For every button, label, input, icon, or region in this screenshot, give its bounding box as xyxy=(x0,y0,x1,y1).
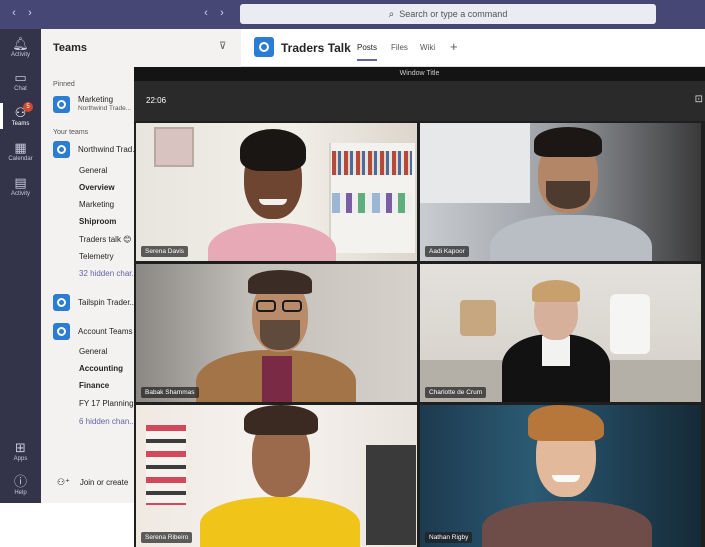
rail-apps[interactable]: ⊞ Apps xyxy=(0,440,41,463)
team-account-teams[interactable]: Account Teams xyxy=(53,323,133,340)
rail-activity-label: Activity xyxy=(10,52,30,58)
history-nav: ‹ › xyxy=(198,7,230,19)
history-forward-icon[interactable]: › xyxy=(214,7,230,19)
call-timer: 22:06 xyxy=(146,96,167,105)
team-name: Northwind Trad... xyxy=(78,145,139,154)
app-rail: 🔔︎ Activity ▭ Chat ⚇ 5 Teams ▦ Calendar … xyxy=(0,29,41,503)
title-bar: ‹ › ‹ › ⌕ Search or type a command xyxy=(0,0,705,29)
rail-help[interactable]: ⓘ Help xyxy=(0,474,41,497)
teams-icon: ⚇ xyxy=(14,105,27,120)
rail-calendar-label: Calendar xyxy=(8,156,33,162)
channel-fy17-planning[interactable]: FY 17 Planning xyxy=(79,399,134,408)
team-logo-icon xyxy=(53,323,70,340)
search-placeholder: Search or type a command xyxy=(399,9,508,19)
history-back-icon[interactable]: ‹ xyxy=(198,7,214,19)
help-icon: ⓘ xyxy=(13,474,27,489)
join-create-label: Join or create xyxy=(79,478,129,487)
team-logo-icon xyxy=(53,95,70,113)
forward-icon[interactable]: › xyxy=(22,7,38,19)
rail-activity[interactable]: 🔔︎ Activity xyxy=(0,36,41,59)
channel-telemetry[interactable]: Telemetry xyxy=(79,252,114,261)
team-marketing-pinned[interactable]: Marketing Northwind Trade... xyxy=(53,95,131,113)
panel-title: Teams xyxy=(53,42,88,54)
add-tab-button[interactable]: + xyxy=(450,39,458,54)
team-tailspin[interactable]: Tailspin Trader... xyxy=(53,294,136,311)
channel-logo-icon xyxy=(254,37,274,57)
channel-title: Traders Talk xyxy=(281,41,351,55)
tab-files[interactable]: Files xyxy=(391,43,408,52)
hidden-channels-link[interactable]: 32 hidden char... xyxy=(79,269,138,278)
channel-shiproom[interactable]: Shiproom xyxy=(79,217,116,226)
channel-finance[interactable]: Finance xyxy=(79,381,109,390)
participant-name: Nathan Rigby xyxy=(425,532,473,543)
rail-teams-label: Teams xyxy=(11,121,30,127)
team-logo-icon xyxy=(53,294,70,311)
video-tile[interactable]: Babak Shammas xyxy=(136,264,417,402)
participant-name: Serena Davis xyxy=(141,246,189,257)
channel-accounting[interactable]: Accounting xyxy=(79,364,123,373)
meeting-window: Window Title 22:06 ⊡ Serena Davis Aadi K… xyxy=(134,67,705,547)
team-name: Tailspin Trader... xyxy=(78,298,137,307)
bell-icon: 🔔︎ xyxy=(12,36,29,51)
filter-icon[interactable]: ⊽ xyxy=(219,41,226,52)
channel-overview[interactable]: Overview xyxy=(79,183,115,192)
participant-name: Serena Ribeiro xyxy=(141,532,193,543)
join-create-button[interactable]: ⚇⁺ Join or create xyxy=(57,477,128,488)
channel-traders-talk[interactable]: Traders talk 😊 xyxy=(79,235,132,244)
participant-name: Charlotte de Crum xyxy=(425,387,487,398)
your-teams-label: Your teams xyxy=(53,129,89,136)
rail-chat[interactable]: ▭ Chat xyxy=(0,70,41,93)
chat-icon: ▭ xyxy=(14,70,27,85)
add-team-icon: ⚇⁺ xyxy=(57,477,70,487)
search-icon: ⌕ xyxy=(388,8,395,20)
team-name: Account Teams xyxy=(78,327,133,336)
team-northwind[interactable]: Northwind Trad... xyxy=(53,141,139,158)
tab-posts[interactable]: Posts xyxy=(357,43,378,61)
bottom-blank xyxy=(0,503,134,547)
video-tile[interactable]: Nathan Rigby xyxy=(420,405,701,547)
back-icon[interactable]: ‹ xyxy=(6,7,22,19)
participant-name: Babak Shammas xyxy=(141,387,199,398)
search-input[interactable]: ⌕ Search or type a command xyxy=(240,4,656,24)
pinned-label: Pinned xyxy=(53,81,75,88)
camera-icon[interactable]: ⊡ xyxy=(695,94,703,105)
rail-files-label: Activity xyxy=(10,191,30,197)
apps-icon: ⊞ xyxy=(15,440,26,455)
window-nav: ‹ › xyxy=(6,7,38,19)
video-tile[interactable]: Serena Ribeiro xyxy=(136,405,417,547)
rail-calendar[interactable]: ▦ Calendar xyxy=(0,140,41,163)
teams-badge: 5 xyxy=(23,102,33,112)
window-title: Window Title xyxy=(134,67,705,81)
meeting-toolbar: 22:06 ⊡ xyxy=(134,81,705,121)
rail-help-label: Help xyxy=(14,490,27,496)
rail-files[interactable]: ▤ Activity xyxy=(0,175,41,198)
team-name: Marketing xyxy=(78,95,114,104)
hidden-channels-link[interactable]: 6 hidden chan... xyxy=(79,417,136,426)
team-subtitle: Northwind Trade... xyxy=(78,105,132,112)
video-tile[interactable]: Charlotte de Crum xyxy=(420,264,701,402)
team-logo-icon xyxy=(53,141,70,158)
calendar-icon: ▦ xyxy=(14,140,27,155)
rail-teams[interactable]: ⚇ 5 Teams xyxy=(0,102,41,129)
channel-marketing[interactable]: Marketing xyxy=(79,200,114,209)
file-icon: ▤ xyxy=(14,175,27,190)
channel-header: Traders Talk Posts Files Wiki + xyxy=(241,29,705,67)
rail-apps-label: Apps xyxy=(13,456,28,462)
video-tile[interactable]: Serena Davis xyxy=(136,123,417,261)
channel-general[interactable]: General xyxy=(79,347,107,356)
rail-chat-label: Chat xyxy=(14,86,27,92)
tab-wiki[interactable]: Wiki xyxy=(420,43,435,52)
participant-name: Aadi Kapoor xyxy=(425,246,469,257)
video-tile[interactable]: Aadi Kapoor xyxy=(420,123,701,261)
channel-general[interactable]: General xyxy=(79,166,107,175)
